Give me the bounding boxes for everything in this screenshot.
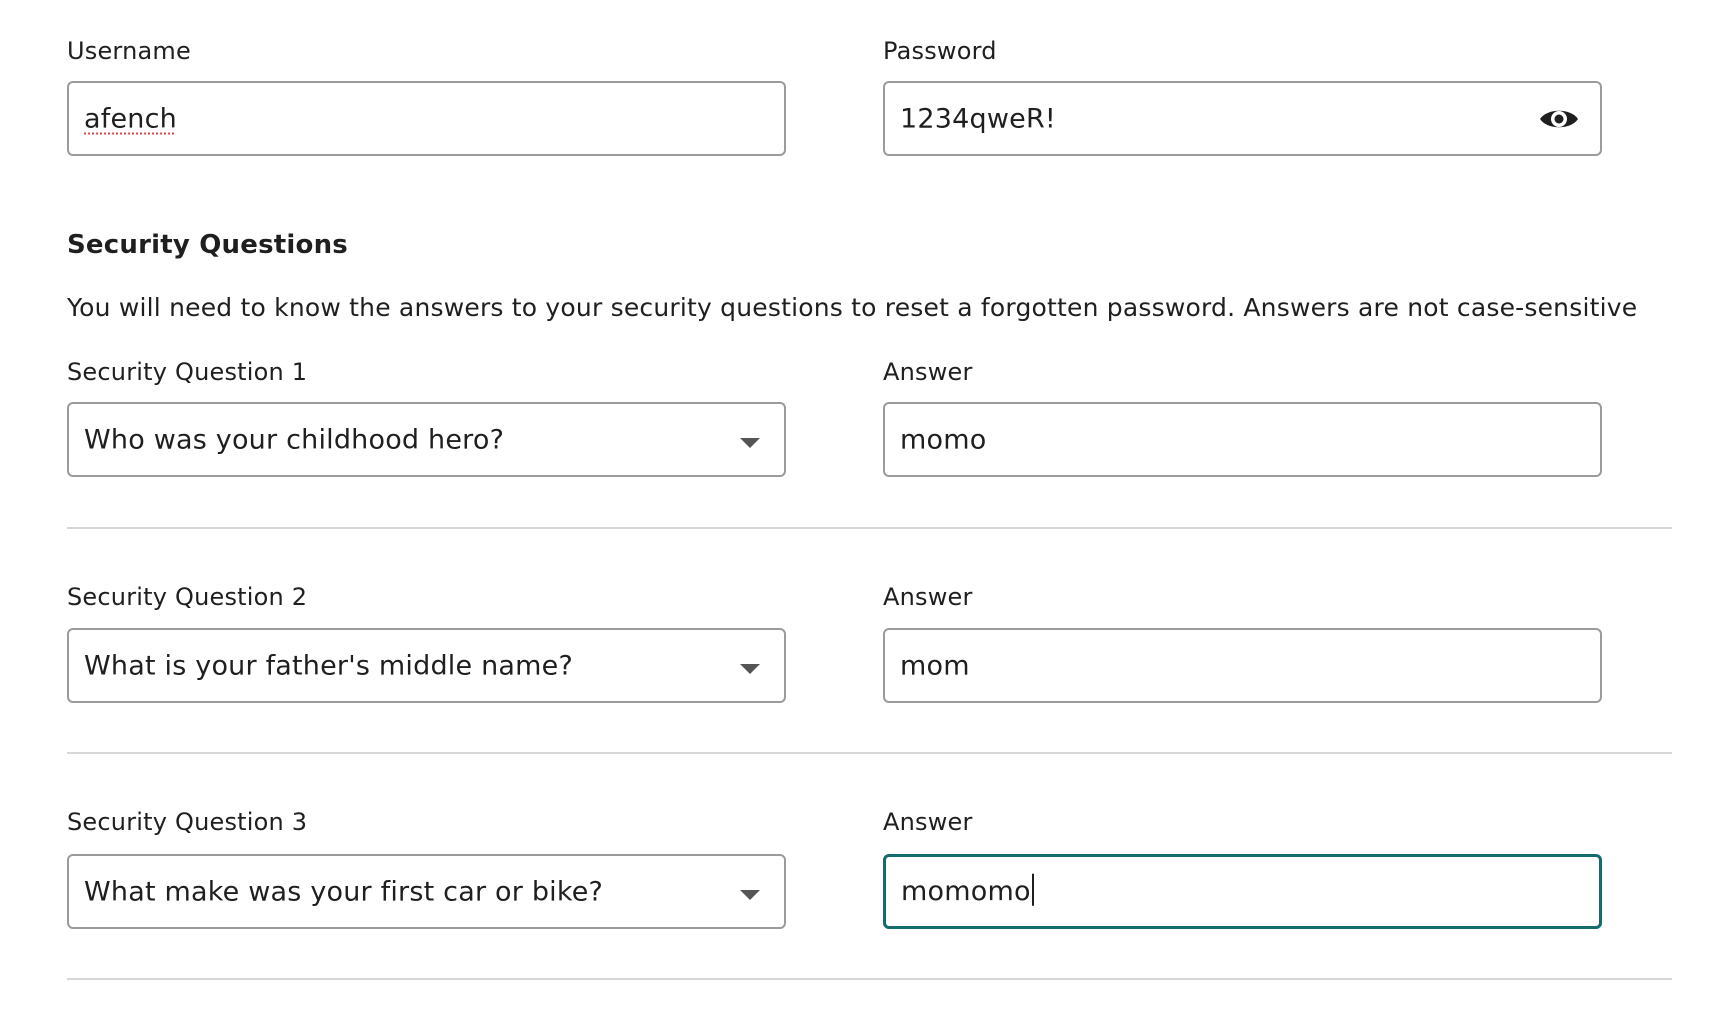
answer-2-value: mom: [900, 650, 970, 681]
security-question-1-selected: Who was your childhood hero?: [84, 424, 505, 455]
security-question-3-selected: What make was your first car or bike?: [84, 876, 604, 907]
security-question-1-select[interactable]: Who was your childhood hero?: [67, 402, 786, 477]
password-label: Password: [883, 37, 997, 65]
security-question-2-label: Security Question 2: [67, 583, 308, 611]
security-question-3-select[interactable]: What make was your first car or bike?: [67, 854, 786, 929]
security-question-2-select[interactable]: What is your father's middle name?: [67, 628, 786, 703]
password-value: 1234qweR!: [900, 103, 1056, 134]
answer-1-label: Answer: [883, 358, 973, 386]
divider: [67, 752, 1672, 754]
security-questions-heading: Security Questions: [67, 230, 348, 260]
answer-2-field[interactable]: mom: [883, 628, 1602, 703]
chevron-down-icon: [740, 437, 760, 448]
answer-1-field[interactable]: momo: [883, 402, 1602, 477]
security-question-2-selected: What is your father's middle name?: [84, 650, 573, 681]
password-field[interactable]: 1234qweR!: [883, 81, 1602, 156]
answer-2-label: Answer: [883, 583, 973, 611]
eye-icon[interactable]: [1538, 104, 1580, 134]
username-field[interactable]: afench: [67, 81, 786, 156]
security-questions-description: You will need to know the answers to you…: [67, 293, 1638, 322]
divider: [67, 527, 1672, 529]
chevron-down-icon: [740, 889, 760, 900]
answer-3-value: momomo: [901, 875, 1031, 907]
username-label: Username: [67, 37, 191, 65]
chevron-down-icon: [740, 663, 760, 674]
answer-3-field[interactable]: momomo: [883, 854, 1602, 929]
security-question-1-label: Security Question 1: [67, 358, 308, 386]
divider: [67, 978, 1672, 980]
answer-3-label: Answer: [883, 808, 973, 836]
answer-3-value-wrap: momomo: [901, 873, 1034, 908]
answer-1-value: momo: [900, 424, 987, 455]
username-value: afench: [84, 103, 177, 134]
security-question-3-label: Security Question 3: [67, 808, 308, 836]
text-caret: [1031, 873, 1034, 906]
